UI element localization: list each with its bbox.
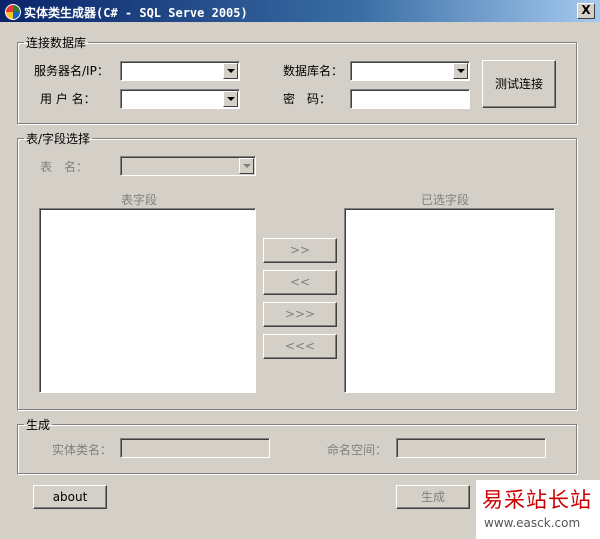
table-field-group-legend: 表/字段选择 [26, 132, 91, 146]
add-field-label: >> [289, 243, 311, 257]
title-bar: 实体类生成器(C# - SQL Serve 2005) X [0, 0, 600, 22]
password-field[interactable] [350, 89, 470, 109]
class-name-field[interactable] [120, 438, 270, 458]
server-combo[interactable] [120, 61, 240, 81]
test-connection-button[interactable]: 测试连接 [482, 60, 556, 108]
watermark-text: 易采站长站 [482, 488, 592, 512]
namespace-field[interactable] [396, 438, 546, 458]
test-connection-label: 测试连接 [494, 77, 543, 91]
user-label: 用 户 名： [40, 92, 96, 106]
remove-all-fields-button[interactable]: <<< [263, 334, 337, 359]
close-button[interactable]: X [577, 3, 595, 19]
chevron-down-icon[interactable] [223, 91, 238, 107]
fields-label: 表字段 [121, 193, 158, 207]
app-icon [5, 4, 21, 20]
generate-button[interactable]: 生成 [396, 485, 470, 509]
database-combo[interactable] [350, 61, 470, 81]
generate-group-legend: 生成 [26, 418, 51, 432]
chevron-down-icon[interactable] [239, 158, 254, 174]
watermark-url: www.easck.com [484, 516, 581, 530]
remove-field-button[interactable]: << [263, 270, 337, 295]
namespace-label: 命名空间： [327, 443, 388, 457]
watermark: 易采站长站 www.easck.com [476, 480, 600, 539]
password-label: 密 码： [283, 92, 332, 106]
remove-all-fields-label: <<< [284, 339, 316, 353]
about-button[interactable]: about [33, 485, 107, 509]
add-all-fields-label: >>> [284, 307, 316, 321]
about-label: about [52, 490, 88, 504]
table-name-combo[interactable] [120, 156, 256, 176]
selected-fields-label: 已选字段 [421, 193, 470, 207]
remove-field-label: << [289, 275, 311, 289]
add-all-fields-button[interactable]: >>> [263, 302, 337, 327]
selected-fields-listbox[interactable] [344, 208, 555, 393]
fields-listbox[interactable] [39, 208, 256, 393]
server-label: 服务器名/IP： [34, 64, 109, 78]
user-combo[interactable] [120, 89, 240, 109]
class-name-label: 实体类名： [52, 443, 113, 457]
connect-group-legend: 连接数据库 [26, 36, 87, 50]
add-field-button[interactable]: >> [263, 238, 337, 263]
generate-label: 生成 [420, 490, 445, 504]
chevron-down-icon[interactable] [453, 63, 468, 79]
window-title: 实体类生成器(C# - SQL Serve 2005) [24, 6, 248, 20]
table-name-label: 表 名： [40, 160, 89, 174]
database-label: 数据库名： [283, 64, 344, 78]
chevron-down-icon[interactable] [223, 63, 238, 79]
